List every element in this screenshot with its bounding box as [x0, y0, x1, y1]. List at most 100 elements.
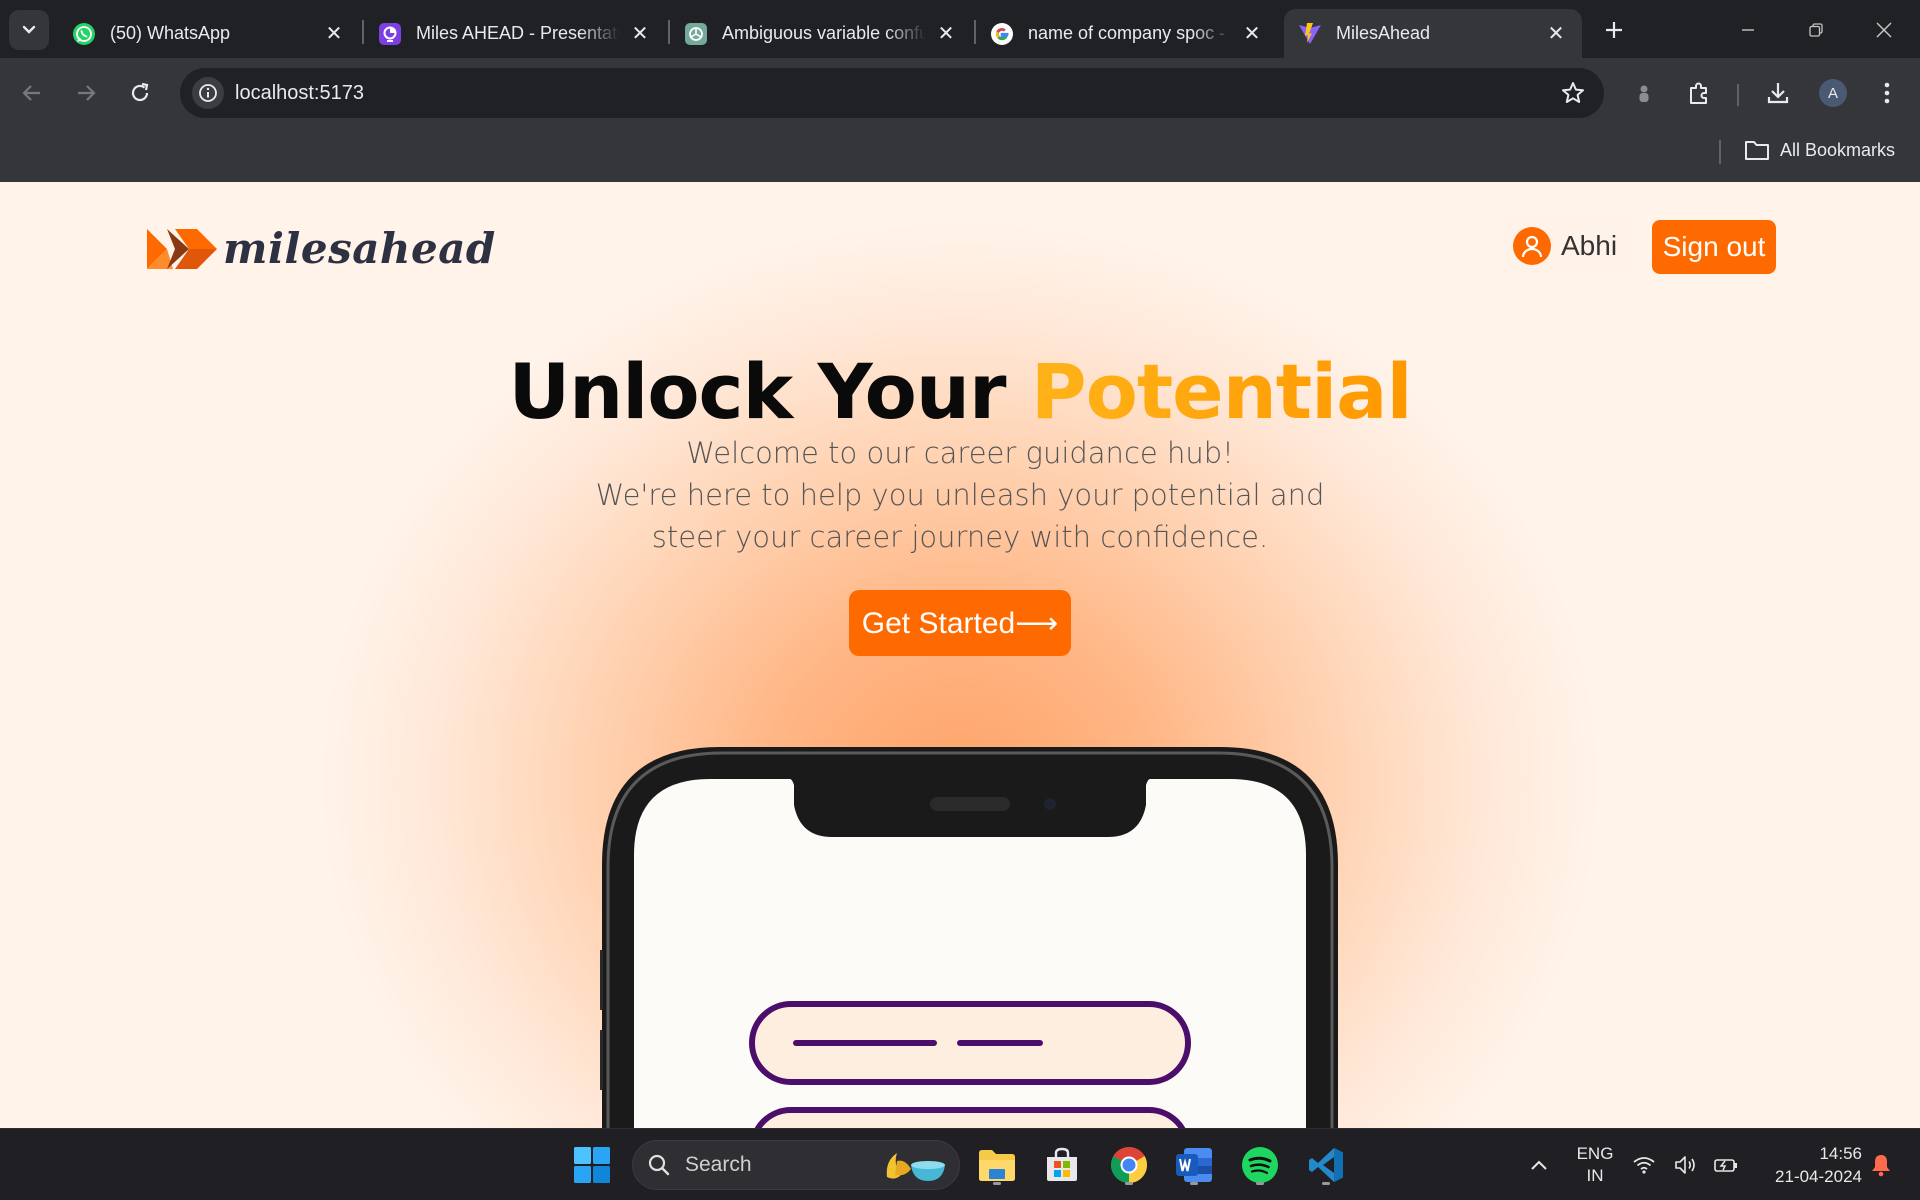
microsoft-store-icon[interactable] [1038, 1141, 1086, 1189]
hero-subtitle-line2: We're here to help you unleash your pote… [595, 478, 1325, 554]
sign-out-button[interactable]: Sign out [1652, 220, 1776, 274]
kebab-menu-icon [1884, 82, 1890, 104]
extensions-puzzle-icon[interactable] [1679, 73, 1719, 113]
phone-mockup-illustration [600, 747, 1338, 1128]
hero-title: Unlock Your Potential [0, 347, 1920, 436]
close-icon[interactable]: ✕ [1544, 22, 1568, 46]
chevron-down-icon [22, 25, 36, 34]
user-name: Abhi [1561, 230, 1618, 261]
file-explorer-icon[interactable] [973, 1141, 1021, 1189]
input-language-indicator[interactable]: ENG IN [1570, 1143, 1620, 1187]
running-indicator [1125, 1182, 1133, 1185]
restore-button[interactable] [1796, 10, 1836, 50]
reload-button[interactable] [120, 73, 160, 113]
minimize-icon [1742, 29, 1754, 31]
page-viewport: milesahead Abhi Sign out Unlock Your Pot… [0, 182, 1920, 1128]
avatar: A [1819, 79, 1847, 107]
site-logo[interactable]: milesahead [145, 224, 496, 273]
bookmarks-bar: All Bookmarks [0, 128, 1920, 182]
tab-title: name of company spoc - Google Search [1028, 23, 1232, 43]
user-profile-chip[interactable]: Abhi [1502, 218, 1634, 274]
windows-taskbar: Search ENG IN 14:56 21-04-2024 [0, 1128, 1920, 1200]
user-icon [1521, 235, 1543, 258]
reload-icon [131, 82, 149, 102]
tab-search-button[interactable] [9, 10, 49, 50]
back-button[interactable] [12, 73, 52, 113]
google-icon [990, 22, 1014, 46]
hero-subtitle-line1: Welcome to our career guidance hub! [686, 436, 1234, 470]
chrome-icon[interactable] [1105, 1141, 1153, 1189]
new-tab-button[interactable] [1598, 14, 1630, 46]
hero-title-accent: Potential [1030, 347, 1413, 436]
battery-charging-icon[interactable] [1712, 1141, 1740, 1189]
browser-menu-button[interactable] [1867, 73, 1907, 113]
profile-avatar-button[interactable]: A [1813, 73, 1853, 113]
notification-bell-icon[interactable] [1866, 1141, 1896, 1189]
url-text[interactable]: localhost:5173 [235, 82, 364, 105]
tab-miles-ahead-presentation[interactable]: Miles AHEAD - Presentation ✕ [364, 9, 666, 58]
vscode-icon[interactable] [1302, 1141, 1350, 1189]
running-indicator [993, 1182, 1001, 1185]
tab-title: (50) WhatsApp [110, 23, 231, 43]
close-icon[interactable]: ✕ [1240, 22, 1264, 46]
arrow-left-icon [22, 85, 40, 101]
tab-google-search[interactable]: name of company spoc - Google Search ✕ [976, 9, 1278, 58]
bookmarks-separator [1719, 140, 1721, 164]
windows-start-icon[interactable] [573, 1146, 611, 1184]
tab-title: Ambiguous variable confusion [722, 23, 926, 43]
milesahead-logo-icon [147, 228, 217, 269]
system-clock[interactable]: 14:56 21-04-2024 [1750, 1142, 1862, 1188]
running-indicator [1256, 1182, 1264, 1185]
clock-date: 21-04-2024 [1775, 1167, 1862, 1186]
logo-text: milesahead [223, 224, 496, 273]
close-icon [1876, 22, 1892, 38]
close-window-button[interactable] [1864, 10, 1904, 50]
extension-agent-icon[interactable] [1624, 73, 1664, 113]
toolbar-separator [1737, 84, 1739, 106]
all-bookmarks-label: All Bookmarks [1780, 139, 1896, 160]
close-icon[interactable]: ✕ [934, 22, 958, 46]
all-bookmarks-button[interactable]: All Bookmarks [1744, 139, 1895, 161]
close-icon[interactable]: ✕ [322, 22, 346, 46]
browser-toolbar: localhost:5173 A [0, 58, 1920, 128]
arrow-right-icon [78, 85, 96, 101]
tab-chatgpt[interactable]: Ambiguous variable confusion ✕ [670, 9, 972, 58]
address-bar[interactable]: localhost:5173 [180, 68, 1604, 118]
search-highlight-icon [886, 1153, 945, 1181]
running-indicator [1322, 1182, 1330, 1185]
forward-button[interactable] [66, 73, 106, 113]
get-started-button[interactable]: Get Started⟶ [849, 590, 1071, 656]
spotify-icon[interactable] [1236, 1141, 1284, 1189]
site-info-icon[interactable] [192, 77, 224, 109]
show-hidden-icons-chevron-icon[interactable] [1515, 1141, 1563, 1189]
hero-title-main: Unlock Your [508, 347, 1031, 436]
presentation-app-icon [378, 22, 402, 46]
bookmark-star-icon[interactable] [1560, 80, 1586, 106]
user-avatar [1513, 227, 1551, 265]
whatsapp-icon [72, 22, 96, 46]
chatgpt-icon [684, 22, 708, 46]
running-indicator [1190, 1182, 1198, 1185]
taskbar-search-box[interactable]: Search [632, 1140, 960, 1190]
downloads-icon[interactable] [1758, 73, 1798, 113]
language-code: ENG [1576, 1144, 1614, 1163]
search-label: Search [685, 1153, 752, 1176]
clock-time: 14:56 [1819, 1144, 1862, 1163]
restore-icon [1809, 23, 1823, 37]
vite-icon [1298, 22, 1322, 46]
close-icon[interactable]: ✕ [628, 22, 652, 46]
plus-icon [1606, 22, 1622, 38]
region-code: IN [1586, 1166, 1604, 1185]
word-icon[interactable] [1170, 1141, 1218, 1189]
folder-icon [1745, 141, 1769, 160]
tab-milesahead[interactable]: MilesAhead ✕ [1284, 9, 1582, 58]
hero-subtitle: Welcome to our career guidance hub! We'r… [560, 432, 1360, 558]
tab-whatsapp[interactable]: (50) WhatsApp ✕ [58, 9, 360, 58]
tab-title: Miles AHEAD - Presentation [416, 23, 620, 43]
tab-title: MilesAhead [1336, 23, 1431, 43]
browser-tabstrip: (50) WhatsApp ✕ Miles AHEAD - Presentati… [0, 0, 1920, 58]
volume-icon[interactable] [1672, 1141, 1700, 1189]
search-icon [648, 1154, 670, 1176]
wifi-icon[interactable] [1630, 1141, 1658, 1189]
minimize-button[interactable] [1728, 10, 1768, 50]
